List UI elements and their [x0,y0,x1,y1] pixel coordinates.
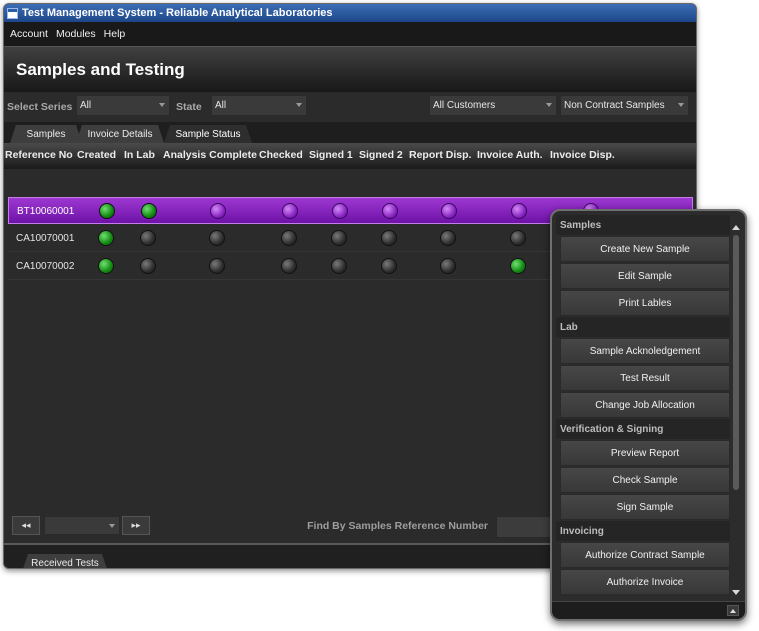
status-green-icon [98,230,114,246]
panel-section-title: Lab [556,317,730,337]
status-grey-icon [331,258,347,274]
status-grey-icon [281,258,297,274]
next-page-button[interactable]: ▸▸ [122,516,150,535]
actions-panel: Samples Create New Sample Edit Sample Print… [550,209,747,621]
tab-received-tests[interactable]: Received Tests [22,554,108,569]
col-signed-1[interactable]: Signed 1 [309,149,353,161]
status-purple-icon [382,203,398,219]
find-reference-input[interactable] [496,516,556,538]
col-invoice-disp[interactable]: Invoice Disp. [550,149,615,161]
col-report-disp[interactable]: Report Disp. [409,149,471,161]
panel-action-button[interactable]: Edit Sample [560,263,730,289]
scroll-thumb[interactable] [733,235,739,490]
panel-action-button[interactable]: Print Lables [560,290,730,316]
status-purple-icon [282,203,298,219]
status-green-icon [141,203,157,219]
chevron-down-icon [159,103,165,107]
menu-modules[interactable]: Modules [56,28,96,40]
menu-account[interactable]: Account [10,28,48,40]
panel-section-title: Verification & Signing [556,419,730,439]
title-bar: Test Management System - Reliable Analyt… [4,4,696,22]
chevron-down-icon [546,103,552,107]
find-label: Find By Samples Reference Number [307,520,488,532]
col-invoice-auth[interactable]: Invoice Auth. [477,149,543,161]
col-checked[interactable]: Checked [259,149,303,161]
panel-action-button[interactable]: Sign Sample [560,494,730,520]
tab-sample-status[interactable]: Sample Status [164,125,252,143]
prev-page-button[interactable]: ◂◂ [12,516,40,535]
panel-action-button[interactable]: Authorize Contract Sample [560,542,730,568]
status-grey-icon [209,230,225,246]
app-window-icon [7,7,18,19]
status-grey-icon [440,230,456,246]
tab-strip: Samples Invoice Details Sample Status [4,122,696,143]
series-select-value: All [80,100,92,111]
series-label: Select Series [7,101,73,113]
panel-section-title: Invoicing [556,521,730,541]
state-select[interactable]: All [211,95,307,116]
panel-action-button[interactable]: Sample Acknoledgement [560,338,730,364]
customers-select[interactable]: All Customers [429,95,557,116]
panel-action-button[interactable]: Preview Report [560,440,730,466]
series-select[interactable]: All [76,95,170,116]
status-purple-icon [332,203,348,219]
col-analysis-complete[interactable]: Analysis Complete [163,149,257,161]
panel-action-button[interactable]: Create New Sample [560,236,730,262]
window-title: Test Management System - Reliable Analyt… [22,7,333,19]
table-header: Reference No Created In Lab Analysis Com… [4,143,696,169]
tab-invoice-details[interactable]: Invoice Details [76,125,164,143]
col-signed-2[interactable]: Signed 2 [359,149,403,161]
status-grey-icon [381,230,397,246]
status-grey-icon [281,230,297,246]
reference-cell: CA10070001 [16,233,75,244]
status-grey-icon [510,230,526,246]
customers-select-value: All Customers [433,100,496,111]
state-select-value: All [215,100,227,111]
menu-bar: Account Modules Help [4,22,696,46]
rewind-icon: ◂◂ [21,520,31,530]
chevron-down-icon [296,103,302,107]
collapse-panel-button[interactable] [727,605,739,616]
panel-action-button[interactable]: Authorize Invoice [560,569,730,595]
contract-select[interactable]: Non Contract Samples [560,95,689,116]
chevron-down-icon [678,103,684,107]
panel-action-button[interactable]: Test Result [560,365,730,391]
tab-samples[interactable]: Samples [10,125,82,143]
panel-scrollbar[interactable] [730,225,742,595]
status-purple-icon [441,203,457,219]
status-purple-icon [511,203,527,219]
filter-bar: Select Series All State All All Customer… [4,92,696,122]
menu-help[interactable]: Help [104,28,126,40]
reference-cell: CA10070002 [16,261,75,272]
status-grey-icon [209,258,225,274]
page-select[interactable] [44,516,120,535]
status-green-icon [510,258,526,274]
status-grey-icon [140,258,156,274]
col-created[interactable]: Created [77,149,116,161]
state-label: State [176,101,202,113]
status-grey-icon [440,258,456,274]
status-grey-icon [331,230,347,246]
panel-action-button[interactable]: Check Sample [560,467,730,493]
panel-section-title: Samples [556,215,730,235]
status-grey-icon [140,230,156,246]
col-reference-no[interactable]: Reference No [5,149,73,161]
actions-list: Samples Create New Sample Edit Sample Print… [556,215,730,596]
status-green-icon [99,203,115,219]
col-in-lab[interactable]: In Lab [124,149,155,161]
scroll-down-icon[interactable] [732,590,740,595]
status-purple-icon [210,203,226,219]
page-title: Samples and Testing [16,59,185,79]
scroll-up-icon[interactable] [732,225,740,230]
status-grey-icon [381,258,397,274]
chevron-down-icon [109,524,115,528]
panel-action-button[interactable]: Change Job Allocation [560,392,730,418]
panel-footer [552,601,745,619]
contract-select-value: Non Contract Samples [564,100,665,111]
page-header: Samples and Testing [4,46,696,92]
reference-cell: BT10060001 [17,206,75,217]
status-green-icon [98,258,114,274]
fast-forward-icon: ▸▸ [131,520,141,530]
